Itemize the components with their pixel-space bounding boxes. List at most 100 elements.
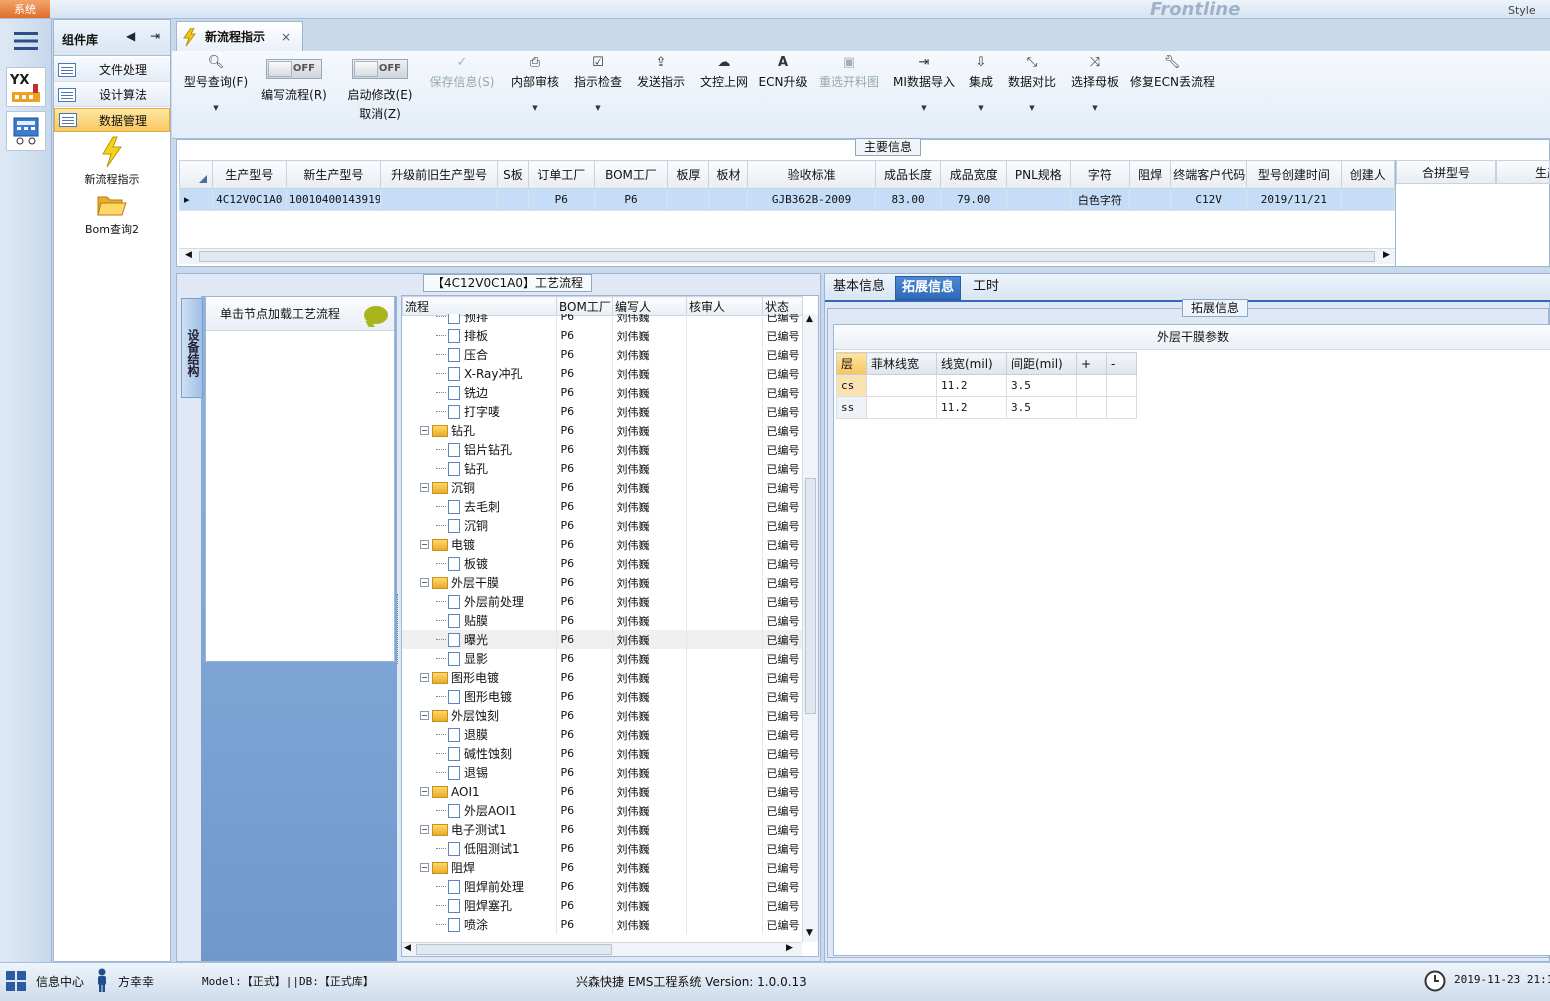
write-process-toggle[interactable]: OFF 编写流程(R) bbox=[258, 51, 330, 139]
status-cell[interactable]: 已编号 bbox=[762, 763, 802, 782]
author-cell[interactable]: 刘伟巍 bbox=[612, 820, 687, 839]
author-cell[interactable]: 刘伟巍 bbox=[612, 877, 687, 896]
table-row[interactable]: 低阻测试1 P6 刘伟巍 已编号 bbox=[402, 839, 802, 858]
table-row[interactable]: 阻焊塞孔 P6 刘伟巍 已编号 bbox=[402, 896, 802, 915]
table-row[interactable]: 板镀 P6 刘伟巍 已编号 bbox=[402, 554, 802, 573]
tree-node[interactable]: 阻焊前处理 bbox=[402, 877, 557, 896]
tree-node[interactable]: 铝片钻孔 bbox=[402, 440, 557, 459]
author-cell[interactable]: 刘伟巍 bbox=[612, 782, 687, 801]
toggle-switch[interactable]: OFF bbox=[352, 59, 408, 79]
col-header[interactable]: 状态 bbox=[762, 296, 803, 316]
status-cell[interactable]: 已编号 bbox=[762, 820, 802, 839]
reviewer-cell[interactable] bbox=[686, 744, 763, 763]
tab-basic-info[interactable]: 基本信息 bbox=[827, 276, 891, 300]
status-cell[interactable]: 已编号 bbox=[762, 516, 802, 535]
col-header[interactable]: 终端客户代码 bbox=[1170, 160, 1248, 189]
status-cell[interactable]: 已编号 bbox=[762, 592, 802, 611]
tree-node[interactable]: 低阻测试1 bbox=[402, 839, 557, 858]
col-header[interactable]: 板材 bbox=[708, 160, 749, 189]
tree-node[interactable]: 喷涂 bbox=[402, 915, 557, 934]
bom-factory-cell[interactable]: P6 bbox=[556, 459, 613, 478]
status-cell[interactable]: 已编号 bbox=[762, 535, 802, 554]
reviewer-cell[interactable] bbox=[686, 725, 763, 744]
bom-factory-cell[interactable]: P6 bbox=[556, 801, 613, 820]
table-row[interactable]: 排板 P6 刘伟巍 已编号 bbox=[402, 326, 802, 345]
tree-node[interactable]: − 阻焊 bbox=[402, 858, 557, 877]
tab-extended-info[interactable]: 拓展信息 bbox=[895, 276, 962, 300]
author-cell[interactable]: 刘伟巍 bbox=[612, 364, 687, 383]
reviewer-cell[interactable] bbox=[686, 421, 763, 440]
cell[interactable] bbox=[1076, 374, 1107, 397]
tab-device-structure[interactable]: 设备结构 bbox=[181, 298, 203, 398]
scroll-thumb[interactable] bbox=[805, 478, 816, 714]
tree-node[interactable]: 阻焊塞孔 bbox=[402, 896, 557, 915]
status-cell[interactable]: 已编号 bbox=[762, 573, 802, 592]
reviewer-cell[interactable] bbox=[686, 782, 763, 801]
col-header[interactable]: 生产型号 bbox=[211, 160, 287, 189]
table-row[interactable]: − 电镀 P6 刘伟巍 已编号 bbox=[402, 535, 802, 554]
bom-factory-cell[interactable]: P6 bbox=[556, 896, 613, 915]
status-cell[interactable]: 已编号 bbox=[762, 687, 802, 706]
add-column-button[interactable]: + bbox=[1076, 352, 1107, 375]
reviewer-cell[interactable] bbox=[686, 915, 763, 934]
cell[interactable]: C12V bbox=[1170, 188, 1248, 211]
cell[interactable] bbox=[1340, 188, 1395, 211]
bom-factory-cell[interactable]: P6 bbox=[556, 687, 613, 706]
author-cell[interactable]: 刘伟巍 bbox=[612, 839, 687, 858]
reviewer-cell[interactable] bbox=[686, 896, 763, 915]
table-row[interactable]: 贴膜 P6 刘伟巍 已编号 bbox=[402, 611, 802, 630]
tree-node[interactable]: 退锡 bbox=[402, 763, 557, 782]
col-header[interactable]: 字符 bbox=[1069, 160, 1131, 189]
table-row[interactable]: 曝光 P6 刘伟巍 已编号 bbox=[402, 630, 802, 649]
tree-node[interactable]: 沉铜 bbox=[402, 516, 557, 535]
spacing-cell[interactable]: 3.5 bbox=[1006, 374, 1077, 397]
tree-node[interactable]: − AOI1 bbox=[402, 782, 557, 801]
table-row[interactable]: cs 11.2 3.5 bbox=[836, 374, 1137, 397]
bom-factory-cell[interactable]: P6 bbox=[556, 763, 613, 782]
tree-node[interactable]: − 沉铜 bbox=[402, 478, 557, 497]
status-cell[interactable]: 已编号 bbox=[762, 364, 802, 383]
line-width-cell[interactable]: 11.2 bbox=[936, 374, 1007, 397]
doc-control-online-button[interactable]: ☁ 文控上网 bbox=[697, 51, 751, 139]
status-cell[interactable]: 已编号 bbox=[762, 744, 802, 763]
bom-factory-cell[interactable]: P6 bbox=[556, 668, 613, 687]
status-cell[interactable]: 已编号 bbox=[762, 649, 802, 668]
collapse-icon[interactable]: − bbox=[420, 578, 429, 587]
bom-factory-cell[interactable]: P6 bbox=[556, 383, 613, 402]
reviewer-cell[interactable] bbox=[686, 839, 763, 858]
tab-work-hours[interactable]: 工时 bbox=[967, 276, 1005, 300]
table-row[interactable]: 沉铜 P6 刘伟巍 已编号 bbox=[402, 516, 802, 535]
tree-node[interactable]: 铣边 bbox=[402, 383, 557, 402]
bom-factory-cell[interactable]: P6 bbox=[556, 611, 613, 630]
cell[interactable] bbox=[1006, 188, 1071, 211]
collapse-icon[interactable]: − bbox=[420, 426, 429, 435]
grid-apps-icon[interactable] bbox=[6, 971, 26, 991]
spacing-cell[interactable]: 3.5 bbox=[1006, 396, 1077, 419]
tree-node[interactable]: 显影 bbox=[402, 649, 557, 668]
table-row[interactable]: 显影 P6 刘伟巍 已编号 bbox=[402, 649, 802, 668]
bom-factory-cell[interactable]: P6 bbox=[556, 573, 613, 592]
bom-factory-cell[interactable]: P6 bbox=[556, 497, 613, 516]
author-cell[interactable]: 刘伟巍 bbox=[612, 592, 687, 611]
author-cell[interactable]: 刘伟巍 bbox=[612, 345, 687, 364]
collapse-icon[interactable]: − bbox=[420, 711, 429, 720]
collapse-left-icon[interactable]: ◀ bbox=[126, 29, 135, 43]
author-cell[interactable]: 刘伟巍 bbox=[612, 896, 687, 915]
bom-factory-cell[interactable]: P6 bbox=[556, 744, 613, 763]
table-row[interactable]: 外层AOI1 P6 刘伟巍 已编号 bbox=[402, 801, 802, 820]
table-row[interactable]: X-Ray冲孔 P6 刘伟巍 已编号 bbox=[402, 364, 802, 383]
select-motherboard-button[interactable]: ⤨ 选择母板 ▼ bbox=[1068, 51, 1122, 139]
bom-factory-cell[interactable]: P6 bbox=[556, 839, 613, 858]
tree-node[interactable]: − 电镀 bbox=[402, 535, 557, 554]
status-cell[interactable]: 已编号 bbox=[762, 915, 802, 934]
bom-factory-cell[interactable]: P6 bbox=[556, 858, 613, 877]
close-tab-icon[interactable]: × bbox=[281, 30, 291, 44]
reviewer-cell[interactable] bbox=[686, 459, 763, 478]
toggle-switch[interactable]: OFF bbox=[266, 59, 322, 79]
bom-factory-cell[interactable]: P6 bbox=[556, 877, 613, 896]
col-header[interactable]: S板 bbox=[497, 160, 529, 189]
table-row[interactable]: ss 11.2 3.5 bbox=[836, 396, 1137, 419]
reselect-cutting-chart-button[interactable]: ▣ 重选开料图 bbox=[816, 51, 882, 139]
chevron-down-icon[interactable]: ▼ bbox=[964, 104, 998, 112]
author-cell[interactable]: 刘伟巍 bbox=[612, 858, 687, 877]
